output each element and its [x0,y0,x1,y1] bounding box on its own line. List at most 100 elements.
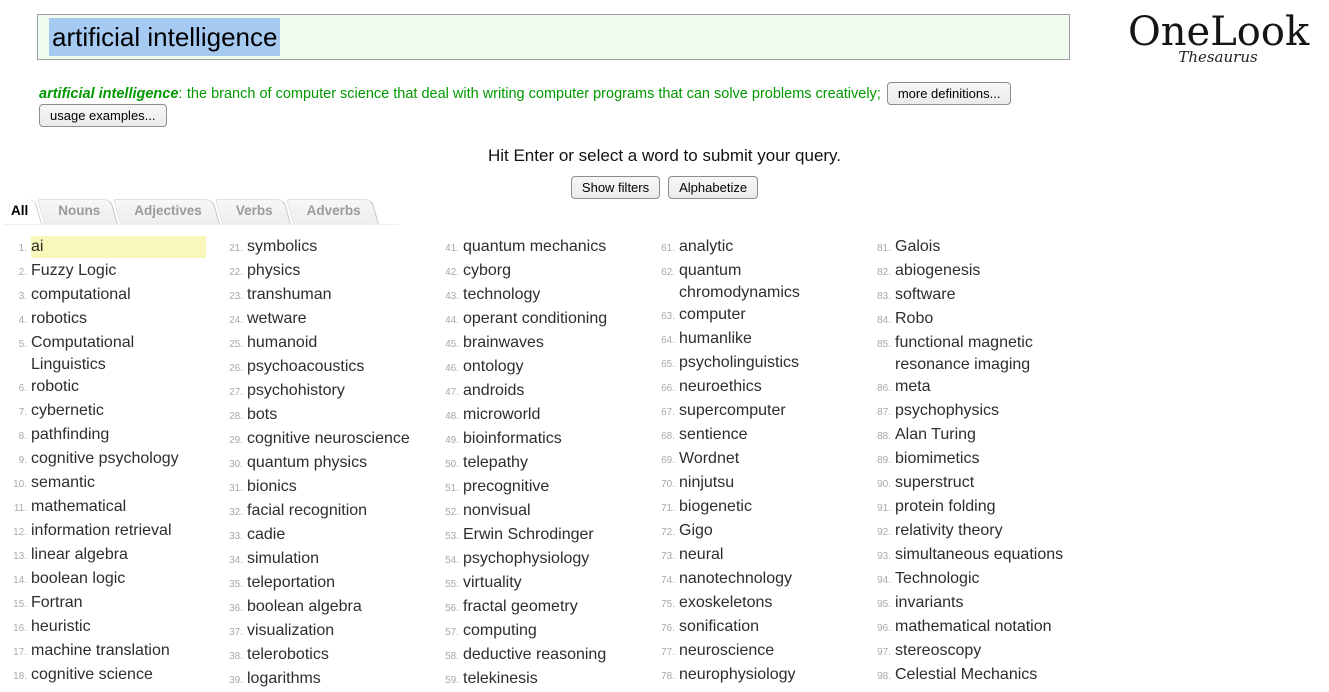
result-word[interactable]: operant conditioning [463,308,638,330]
result-word[interactable]: ontology [463,356,638,378]
result-word[interactable]: telepathy [463,452,638,474]
result-word[interactable]: invariants [895,592,1070,614]
result-word[interactable]: psychophysiology [463,548,638,570]
result-word[interactable]: Wordnet [679,448,854,470]
tab-nouns[interactable]: Nouns [44,199,120,224]
result-word[interactable]: robotic [31,376,206,398]
result-word[interactable]: simultaneous equations [895,544,1070,566]
result-word[interactable]: superstruct [895,472,1070,494]
result-word[interactable]: bots [247,404,422,426]
result-word[interactable]: relativity theory [895,520,1070,542]
result-word[interactable]: precognitive [463,476,638,498]
result-word[interactable]: ninjutsu [679,472,854,494]
usage-examples-button[interactable]: usage examples... [39,104,167,127]
result-word[interactable]: teleportation [247,572,422,594]
result-word[interactable]: machine translation [31,640,206,662]
result-word[interactable]: humanlike [679,328,854,350]
more-definitions-button[interactable]: more definitions... [887,82,1012,105]
result-word[interactable]: brainwaves [463,332,638,354]
result-word[interactable]: Robo [895,308,1070,330]
result-word[interactable]: cybernetic [31,400,206,422]
result-word[interactable]: cognitive science [31,664,206,686]
result-word[interactable]: Fuzzy Logic [31,260,206,282]
result-word[interactable]: analytic [679,236,854,258]
result-word[interactable]: Galois [895,236,1070,258]
result-word[interactable]: simulation [247,548,422,570]
result-word[interactable]: neuroscience [679,640,854,662]
result-word[interactable]: meta [895,376,1070,398]
result-word[interactable]: telerobotics [247,644,422,666]
result-word[interactable]: linear algebra [31,544,206,566]
result-word[interactable]: symbolics [247,236,422,258]
result-word[interactable]: protein folding [895,496,1070,518]
result-word[interactable]: facial recognition [247,500,422,522]
result-word[interactable]: semantic [31,472,206,494]
result-word[interactable]: transhuman [247,284,422,306]
alphabetize-button[interactable]: Alphabetize [668,176,758,199]
result-word[interactable]: neurophysiology [679,664,854,686]
tab-all[interactable]: All [4,199,44,224]
result-word[interactable]: psychoacoustics [247,356,422,378]
result-word[interactable]: cyborg [463,260,638,282]
result-word[interactable]: cognitive psychology [31,448,206,470]
result-word[interactable]: functional magnetic resonance imaging [895,332,1070,376]
result-word[interactable]: biogenetic [679,496,854,518]
result-word[interactable]: software [895,284,1070,306]
result-word[interactable]: nonvisual [463,500,638,522]
result-word[interactable]: exoskeletons [679,592,854,614]
result-word[interactable]: robotics [31,308,206,330]
result-word[interactable]: fractal geometry [463,596,638,618]
result-word[interactable]: psycholinguistics [679,352,854,374]
result-word[interactable]: computational [31,284,206,306]
result-word[interactable]: Erwin Schrodinger [463,524,638,546]
result-word[interactable]: sonification [679,616,854,638]
result-word[interactable]: stereoscopy [895,640,1070,662]
result-word[interactable]: heuristic [31,616,206,638]
result-word[interactable]: Technologic [895,568,1070,590]
result-word[interactable]: technology [463,284,638,306]
tab-verbs[interactable]: Verbs [222,199,293,224]
result-word[interactable]: Gigo [679,520,854,542]
result-word[interactable]: neuroethics [679,376,854,398]
result-word[interactable]: Computational Linguistics [31,332,206,376]
result-word[interactable]: neural [679,544,854,566]
result-word[interactable]: physics [247,260,422,282]
result-word[interactable]: sentience [679,424,854,446]
result-word[interactable]: humanoid [247,332,422,354]
result-word[interactable]: boolean logic [31,568,206,590]
result-word[interactable]: nanotechnology [679,568,854,590]
result-word[interactable]: psychohistory [247,380,422,402]
result-word[interactable]: virtuality [463,572,638,594]
result-word[interactable]: Fortran [31,592,206,614]
result-word[interactable]: pathfinding [31,424,206,446]
result-word[interactable]: androids [463,380,638,402]
tab-adverbs[interactable]: Adverbs [293,199,381,224]
result-word[interactable]: cadie [247,524,422,546]
result-word[interactable]: bioinformatics [463,428,638,450]
result-word[interactable]: quantum physics [247,452,422,474]
result-word[interactable]: telekinesis [463,668,638,690]
result-word[interactable]: cognitive neuroscience [247,428,422,450]
result-word[interactable]: ai [31,236,206,258]
result-word[interactable]: bionics [247,476,422,498]
result-word[interactable]: wetware [247,308,422,330]
result-word[interactable]: quantum chromodynamics [679,260,854,304]
result-word[interactable]: computing [463,620,638,642]
result-word[interactable]: abiogenesis [895,260,1070,282]
logo[interactable]: OneLook Thesaurus [1128,10,1308,66]
result-word[interactable]: Celestial Mechanics [895,664,1070,686]
result-word[interactable]: psychophysics [895,400,1070,422]
result-word[interactable]: mathematical notation [895,616,1070,638]
result-word[interactable]: supercomputer [679,400,854,422]
result-word[interactable]: quantum mechanics [463,236,638,258]
tab-adjectives[interactable]: Adjectives [120,199,222,224]
result-word[interactable]: biomimetics [895,448,1070,470]
result-word[interactable]: microworld [463,404,638,426]
result-word[interactable]: information retrieval [31,520,206,542]
result-word[interactable]: deductive reasoning [463,644,638,666]
result-word[interactable]: computer [679,304,854,326]
result-word[interactable]: Alan Turing [895,424,1070,446]
result-word[interactable]: boolean algebra [247,596,422,618]
result-word[interactable]: logarithms [247,668,422,690]
show-filters-button[interactable]: Show filters [571,176,660,199]
